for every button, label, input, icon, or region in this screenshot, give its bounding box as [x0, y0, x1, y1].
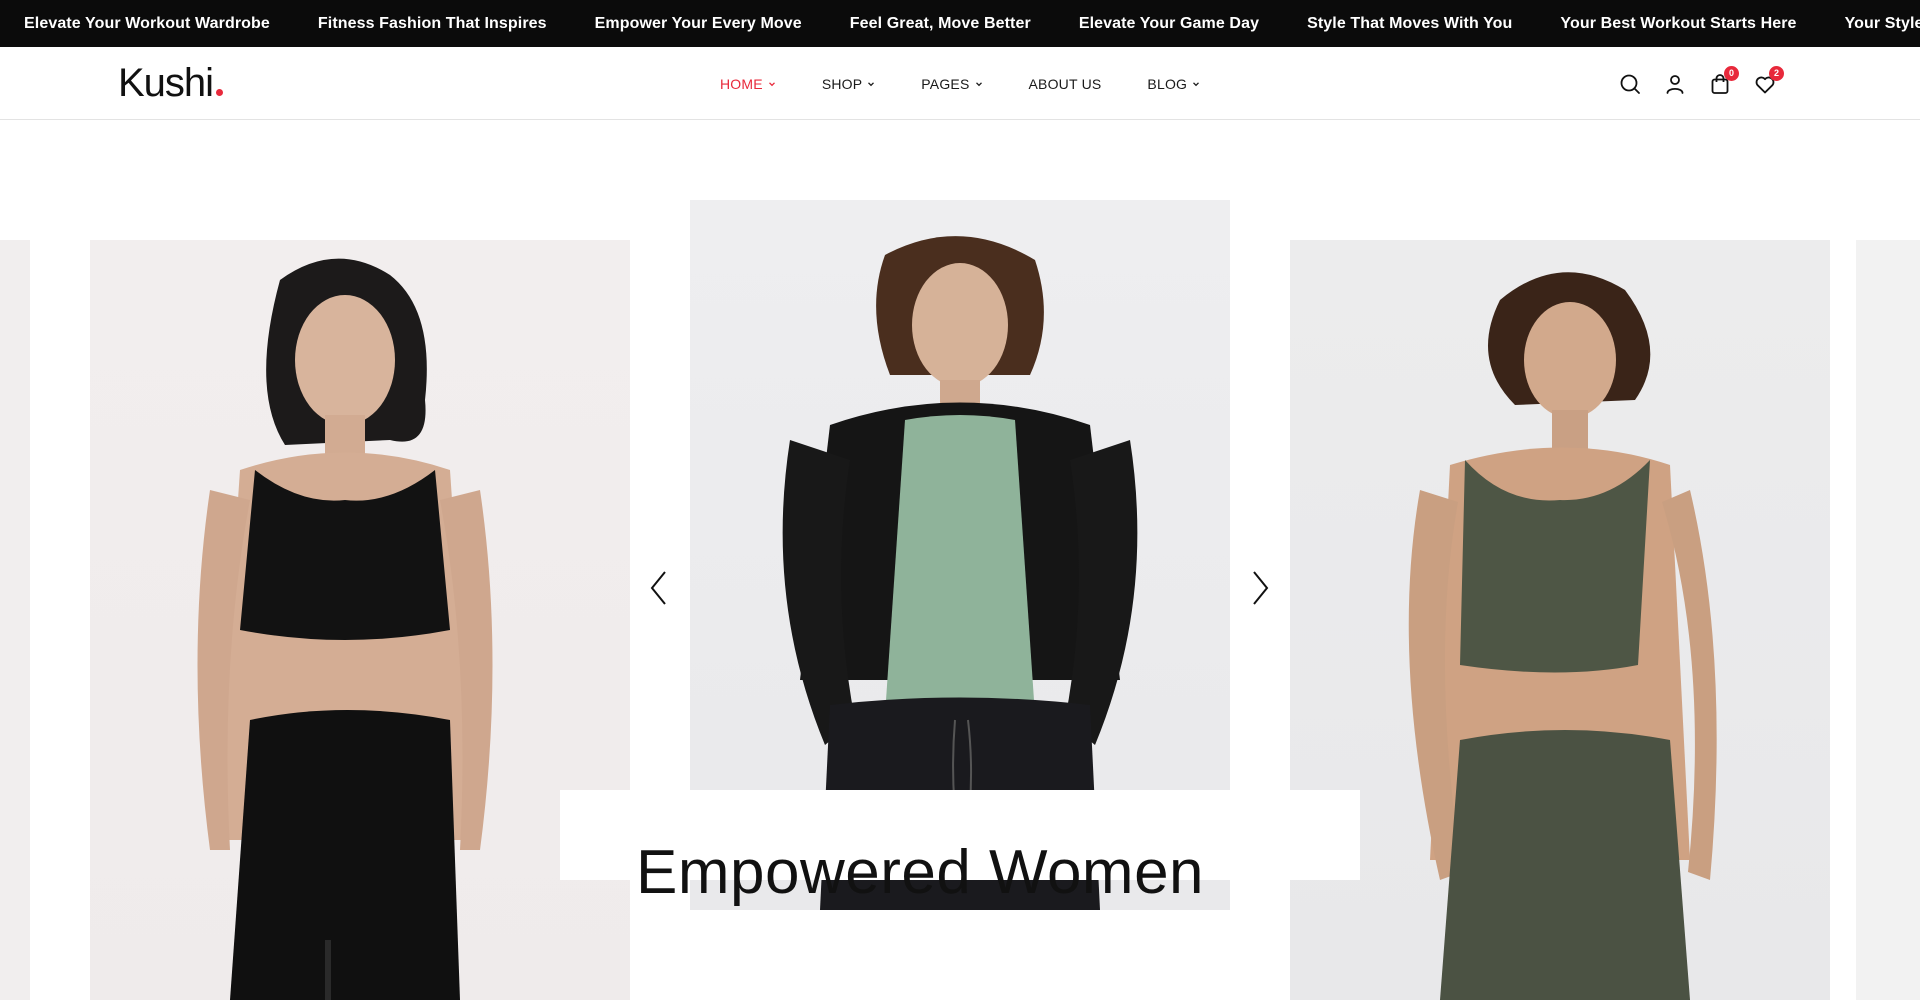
logo-text: Kushi [118, 61, 214, 105]
site-logo[interactable]: Kushi [118, 61, 224, 105]
announcement-item: Feel Great, Move Better [849, 15, 1031, 32]
nav-item-shop[interactable]: SHOP [822, 76, 875, 92]
announcement-item: Elevate Your Workout Wardrobe [24, 15, 270, 32]
announcement-item: Elevate Your Game Day [1078, 15, 1260, 32]
nav-item-home[interactable]: HOME [720, 76, 776, 92]
slide-peek-left [0, 240, 30, 1000]
main-nav: HOME SHOP PAGES ABOUT US BLOG [720, 47, 1246, 120]
hero-caption-title: Empowered Women [636, 838, 1205, 907]
nav-label: HOME [720, 75, 763, 92]
nav-label: PAGES [921, 75, 970, 92]
nav-item-pages[interactable]: PAGES [921, 76, 982, 92]
announcement-track: Elevate Your Workout Wardrobe Fitness Fa… [24, 0, 1920, 47]
announcement-item: Empower Your Every Move [594, 15, 802, 32]
model-illustration [197, 258, 493, 1000]
wishlist-button[interactable]: 2 [1753, 65, 1784, 96]
chevron-down-icon [1192, 80, 1200, 88]
announcement-item: Your Style, Your Workout [1844, 15, 1920, 32]
chevron-right-icon [1246, 568, 1274, 608]
header-icons: 0 2 [1618, 47, 1798, 120]
announcement-item: Fitness Fashion That Inspires [317, 15, 547, 32]
chevron-left-icon [645, 568, 673, 608]
slide-image-woman-black-set[interactable] [90, 240, 630, 1000]
nav-item-blog[interactable]: BLOG [1147, 76, 1200, 92]
wishlist-count-badge: 2 [1769, 65, 1784, 81]
slide-image-woman-olive-set[interactable] [1290, 240, 1830, 1000]
announcement-item: Style That Moves With You [1307, 15, 1513, 32]
chevron-down-icon [768, 80, 776, 88]
cart-count-badge: 0 [1724, 65, 1739, 81]
search-icon [1618, 72, 1642, 96]
nav-label: ABOUT US [1028, 75, 1102, 92]
slider-prev-button[interactable] [645, 568, 673, 608]
announcement-item: Your Best Workout Starts Here [1560, 15, 1797, 32]
account-button[interactable] [1663, 72, 1687, 96]
announcement-bar: Elevate Your Workout Wardrobe Fitness Fa… [0, 0, 1920, 47]
model-illustration [1408, 272, 1717, 1000]
search-button[interactable] [1618, 72, 1642, 96]
user-icon [1663, 72, 1687, 96]
hero-caption-card: Empowered Women [560, 790, 1360, 907]
nav-label: SHOP [821, 75, 863, 92]
slide-peek-right [1856, 240, 1920, 1000]
nav-item-about-us[interactable]: ABOUT US [1029, 76, 1102, 92]
chevron-down-icon [867, 80, 875, 88]
cart-button[interactable]: 0 [1708, 65, 1739, 96]
chevron-down-icon [975, 80, 983, 88]
slider-next-button[interactable] [1246, 568, 1274, 608]
nav-label: BLOG [1147, 75, 1188, 92]
logo-dot [216, 89, 224, 96]
site-header: Kushi HOME SHOP PAGES ABOUT US BLOG 0 2 [0, 47, 1920, 120]
